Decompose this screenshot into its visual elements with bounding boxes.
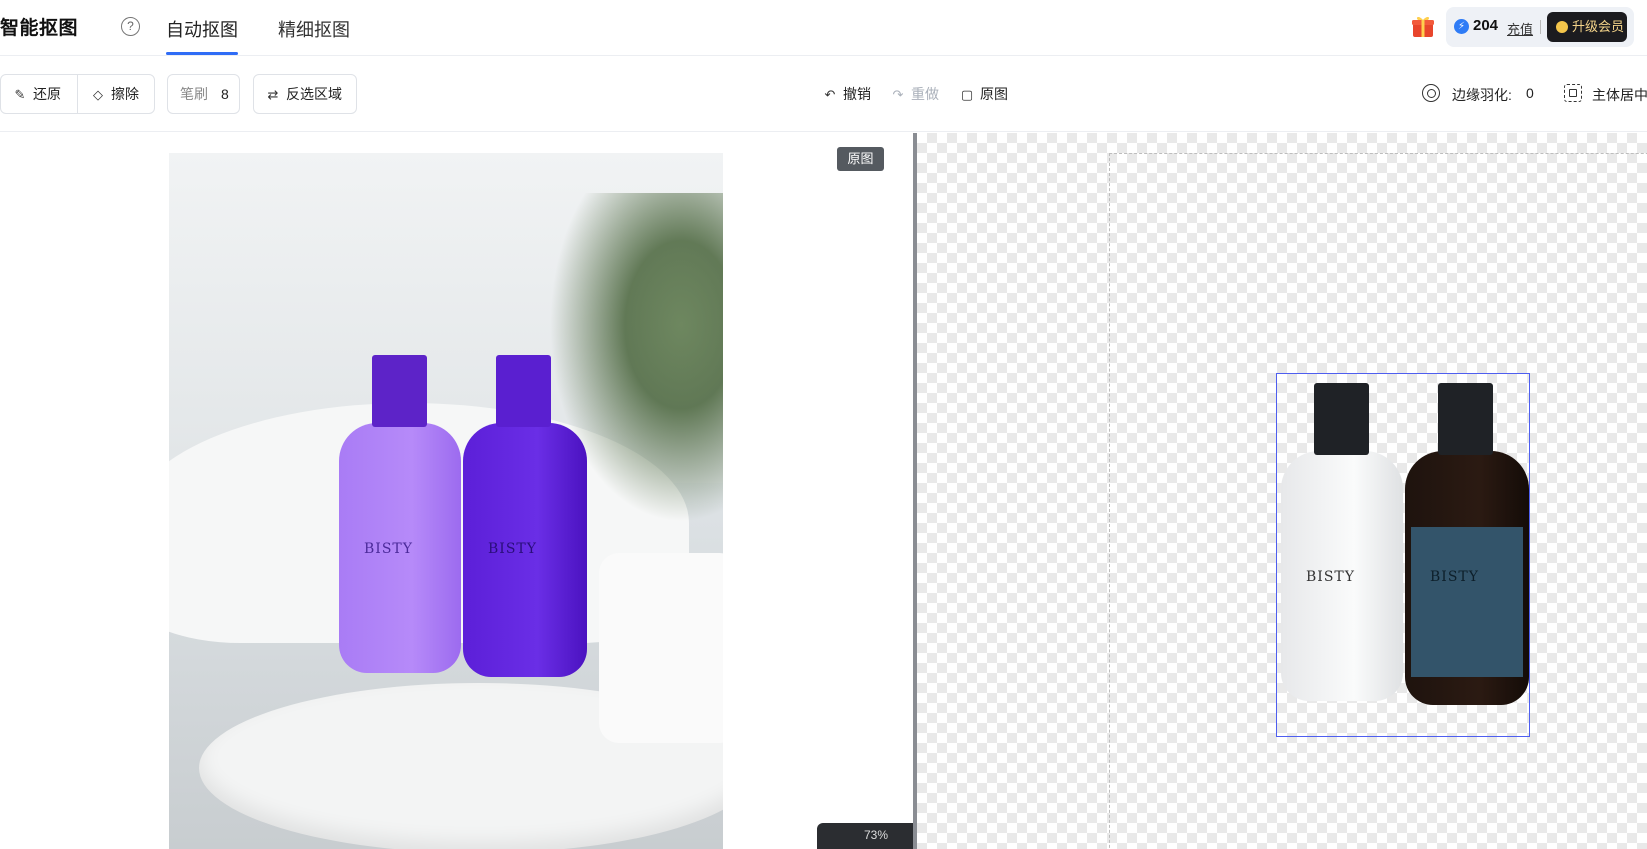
original-image-icon: ▢	[960, 87, 974, 102]
undo-label: 撤销	[843, 86, 871, 102]
redo-button[interactable]: ↷ 重做	[891, 84, 939, 104]
purple-bottle-dark: BISTY	[463, 355, 587, 677]
app-title: 智能抠图	[0, 18, 79, 39]
zoom-level[interactable]: 73%	[864, 828, 888, 842]
subject-selection-box[interactable]	[1276, 373, 1530, 737]
upgrade-label: 升级会员	[1572, 19, 1625, 34]
gift-icon[interactable]	[1410, 13, 1436, 39]
original-badge: 原图	[837, 147, 884, 171]
undo-icon: ↶	[824, 87, 836, 102]
help-icon[interactable]: ?	[121, 17, 140, 36]
center-subject-icon[interactable]	[1564, 84, 1582, 102]
zoom-controls[interactable]: 73%	[817, 823, 913, 849]
credit-panel: ⚡ 204 充值 升级会员	[1446, 7, 1634, 47]
purple-bottle-light: BISTY	[339, 355, 461, 673]
original-label: 原图	[980, 86, 1008, 102]
photo-towel	[599, 553, 723, 743]
redo-icon: ↷	[892, 87, 904, 102]
brush-size-value[interactable]: 8	[221, 75, 229, 113]
credit-bolt-icon: ⚡	[1454, 19, 1469, 34]
pill-divider	[1540, 20, 1541, 34]
view-original-button[interactable]: ▢ 原图	[960, 84, 1008, 104]
bottle-brand: BISTY	[488, 541, 537, 557]
edit-toolbar: ✎ 还原 ◇ 擦除 笔刷 8 ⇄ 反选区域 ↶ 撤销 ↷ 重做 ▢ 原图 边缘羽化: 0 主…	[0, 56, 1647, 132]
original-photo: BISTY BISTY	[169, 153, 723, 849]
brush-size-control[interactable]: 笔刷 8	[167, 74, 240, 114]
brush-label: 笔刷	[180, 86, 208, 102]
upgrade-vip-button[interactable]: 升级会员	[1547, 12, 1627, 42]
invert-selection-button[interactable]: ⇄ 反选区域	[253, 74, 357, 114]
result-canvas[interactable]: BISTY BISTY	[917, 133, 1647, 849]
tab-auto-cutout[interactable]: 自动抠图	[166, 16, 238, 42]
restore-brush-icon: ✎	[14, 87, 26, 102]
restore-erase-group: ✎ 还原 ◇ 擦除	[0, 74, 155, 114]
tab-fine-cutout[interactable]: 精细抠图	[278, 16, 350, 42]
pump-cap	[496, 355, 551, 427]
diamond-icon	[1556, 21, 1568, 33]
center-subject-label[interactable]: 主体居中	[1592, 85, 1647, 105]
edge-feather-label: 边缘羽化:	[1452, 87, 1512, 103]
undo-button[interactable]: ↶ 撤销	[823, 84, 871, 104]
restore-button[interactable]: ✎ 还原	[13, 75, 61, 113]
restore-label: 还原	[33, 86, 61, 102]
pump-cap	[372, 355, 427, 427]
top-header: 智能抠图 ? 自动抠图 精细抠图 ⚡ 204 充值 升级会员	[0, 0, 1647, 56]
invert-label: 反选区域	[286, 86, 342, 102]
active-tab-indicator	[166, 52, 238, 55]
recharge-link[interactable]: 充值	[1507, 19, 1533, 38]
original-image-canvas[interactable]: BISTY BISTY 原图 73%	[0, 133, 913, 849]
erase-button[interactable]: ◇ 擦除	[91, 75, 139, 113]
swap-icon: ⇄	[267, 87, 279, 102]
bottle-brand: BISTY	[364, 541, 413, 557]
feather-icon	[1422, 84, 1440, 102]
eraser-icon: ◇	[93, 87, 103, 102]
edge-feather-value[interactable]: 0	[1526, 85, 1534, 101]
group-divider	[77, 75, 78, 113]
redo-label: 重做	[911, 86, 939, 102]
credit-count: 204	[1473, 17, 1499, 34]
erase-label: 擦除	[111, 86, 139, 102]
